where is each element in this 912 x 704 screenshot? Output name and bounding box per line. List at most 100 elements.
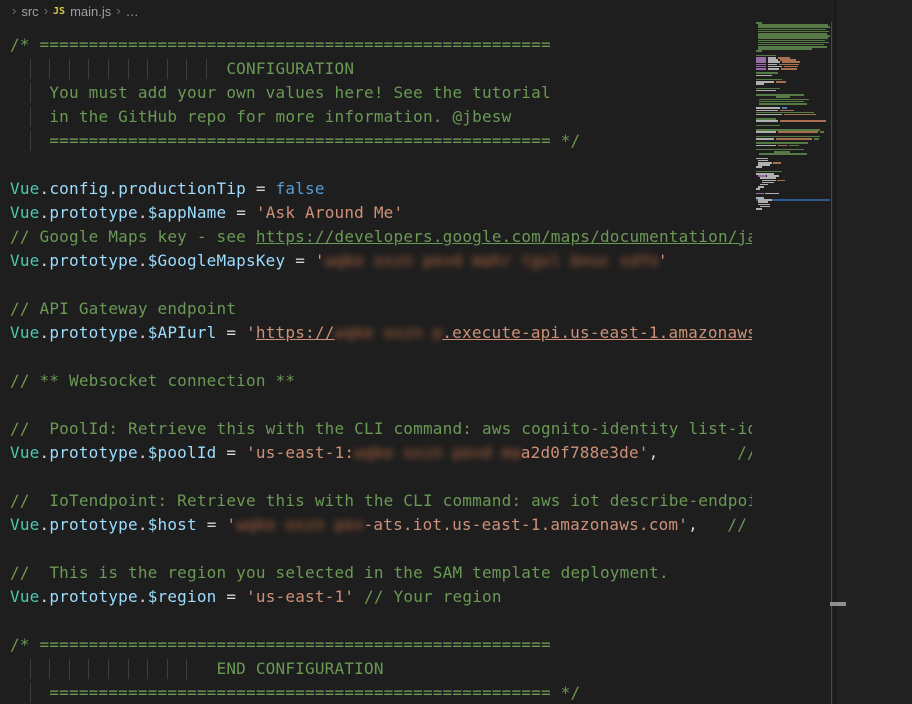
breadcrumb-item-src[interactable]: src — [21, 4, 38, 19]
code-line[interactable]: /* =====================================… — [0, 633, 752, 657]
redacted-secret: wqke oxzn pevd ma — [354, 441, 521, 465]
token: /* =====================================… — [10, 35, 551, 54]
code-line[interactable]: // PoolId: Retrieve this with the CLI co… — [0, 417, 752, 441]
token: $host — [148, 515, 197, 534]
token: false — [276, 179, 325, 198]
indent-guide — [88, 59, 89, 79]
vscode-editor-window: › src › JS main.js › … /* ==============… — [0, 0, 912, 704]
code-line[interactable]: Vue.prototype.$GoogleMapsKey = 'wqke oxz… — [0, 249, 752, 273]
code-line[interactable] — [0, 609, 752, 633]
token: prototype — [49, 587, 138, 606]
code-line[interactable]: Vue.prototype.$region = 'us-east-1' // Y… — [0, 585, 752, 609]
code-line[interactable]: // ** Websocket connection ** — [0, 369, 752, 393]
token: a2d0f788e3de' — [521, 443, 649, 462]
token: $APIurl — [148, 323, 217, 342]
token: = — [226, 203, 256, 222]
code-line[interactable]: // Google Maps key - see https://develop… — [0, 225, 752, 249]
token: ' — [315, 251, 325, 270]
code-line[interactable]: Vue.prototype.$host = 'wqke oxzn pev-ats… — [0, 513, 752, 537]
token: . — [40, 587, 50, 606]
token: // — [737, 443, 752, 462]
token: /* =====================================… — [10, 635, 551, 654]
redacted-secret: wqke oxzn pev — [236, 513, 363, 537]
code-line[interactable]: // API Gateway endpoint — [0, 297, 752, 321]
token: ========================================… — [10, 131, 580, 150]
indent-guide — [147, 59, 148, 79]
indent-guide — [147, 659, 148, 679]
code-line[interactable]: END CONFIGURATION — [0, 657, 752, 681]
token: // Google Maps key - see — [10, 227, 256, 246]
token: . — [40, 179, 50, 198]
code-line[interactable]: Vue.prototype.$APIurl = 'https://wqke ox… — [0, 321, 752, 345]
token: 'us-east-1: — [246, 443, 354, 462]
indent-guide — [88, 659, 89, 679]
code-line[interactable]: in the GitHub repo for more information.… — [0, 105, 752, 129]
token: -ats.iot.us-east-1.amazonaws.com' — [364, 515, 688, 534]
editor-edge-shadow — [833, 0, 840, 704]
token: $poolId — [148, 443, 217, 462]
code-editor[interactable]: /* =====================================… — [0, 22, 752, 704]
token: $region — [148, 587, 217, 606]
indent-guide — [30, 131, 31, 151]
minimap[interactable] — [752, 22, 832, 704]
token: // ** Websocket connection ** — [10, 371, 295, 390]
token: Vue — [10, 203, 40, 222]
indent-guide — [69, 59, 70, 79]
javascript-file-icon: JS — [53, 6, 65, 17]
token: . — [138, 323, 148, 342]
token: Vue — [10, 515, 40, 534]
code-line[interactable]: // This is the region you selected in th… — [0, 561, 752, 585]
indent-guide — [186, 659, 187, 679]
indent-guide — [186, 59, 187, 79]
code-line[interactable]: Vue.prototype.$poolId = 'us-east-1:wqke … — [0, 441, 752, 465]
token: // This is the region you selected in th… — [10, 563, 669, 582]
indent-guide — [167, 659, 168, 679]
code-line[interactable] — [0, 153, 752, 177]
indent-guide — [167, 59, 168, 79]
code-line[interactable]: Vue.config.productionTip = false — [0, 177, 752, 201]
code-line[interactable]: CONFIGURATION — [0, 57, 752, 81]
token: ' — [658, 251, 668, 270]
token: in the GitHub repo for more information.… — [10, 107, 511, 126]
indent-guide — [128, 59, 129, 79]
token: . — [138, 587, 148, 606]
token: . — [40, 323, 50, 342]
token: = — [217, 443, 247, 462]
indent-guide — [30, 683, 31, 703]
token: Vue — [10, 443, 40, 462]
token: . — [138, 251, 148, 270]
horizontal-scrollbar-handle[interactable] — [830, 602, 846, 606]
token: CONFIGURATION — [10, 59, 354, 78]
code-line[interactable]: Vue.prototype.$appName = 'Ask Around Me' — [0, 201, 752, 225]
code-line[interactable]: // IoTendpoint: Retrieve this with the C… — [0, 489, 752, 513]
token: . — [138, 515, 148, 534]
code-line[interactable]: You must add your own values here! See t… — [0, 81, 752, 105]
token: .execute-api.us-east-1.amazonaws — [442, 323, 752, 342]
chevron-right-icon: › — [111, 0, 125, 22]
code-line[interactable] — [0, 465, 752, 489]
token: = — [217, 323, 247, 342]
code-line[interactable]: ========================================… — [0, 129, 752, 153]
token: https:// — [256, 323, 335, 342]
breadcrumb-item-more[interactable]: … — [126, 4, 139, 19]
token: . — [40, 443, 50, 462]
breadcrumb-item-file[interactable]: JS main.js — [53, 4, 111, 19]
token: You must add your own values here! See t… — [10, 83, 551, 102]
chevron-right-icon: › — [7, 0, 21, 22]
token: , — [649, 443, 738, 462]
code-line[interactable] — [0, 537, 752, 561]
code-line[interactable] — [0, 273, 752, 297]
code-line[interactable]: /* =====================================… — [0, 33, 752, 57]
token: . — [40, 203, 50, 222]
token: Vue — [10, 251, 40, 270]
token: ========================================… — [10, 683, 580, 702]
token: ' — [226, 515, 236, 534]
token: // API Gateway endpoint — [10, 299, 236, 318]
token: = — [197, 515, 227, 534]
token: // Your region — [364, 587, 502, 606]
code-line[interactable]: ========================================… — [0, 681, 752, 704]
indent-guide — [49, 59, 50, 79]
code-line[interactable] — [0, 345, 752, 369]
code-line[interactable] — [0, 393, 752, 417]
indent-guide — [108, 659, 109, 679]
